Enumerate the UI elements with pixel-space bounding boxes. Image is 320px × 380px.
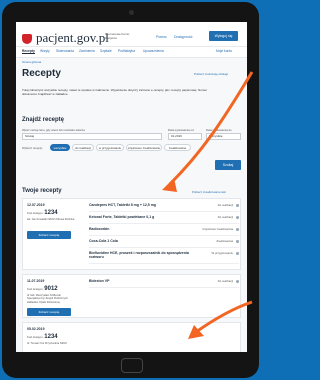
home-button[interactable] <box>121 358 143 373</box>
arrow-to-list-icon <box>168 71 254 186</box>
arrow-to-card-icon <box>195 300 253 334</box>
tablet-frame: pacjent.gov.pl Internetowe Konto Pacjent… <box>2 2 259 378</box>
annotation-arrows <box>162 71 254 339</box>
